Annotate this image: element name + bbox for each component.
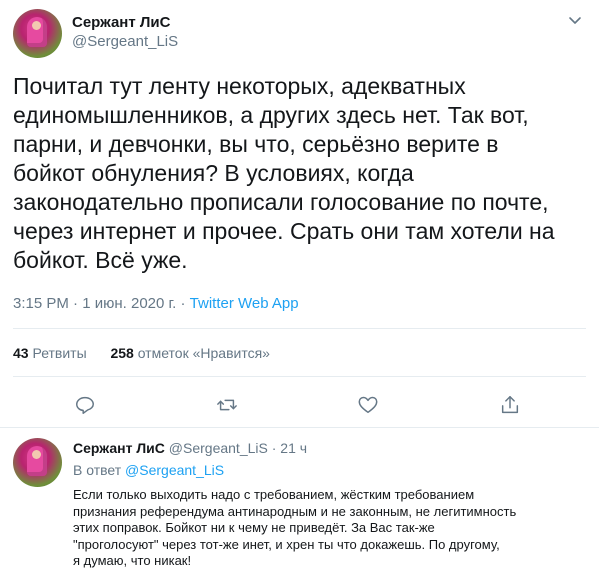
reply-text-line: признания референдума антинародным и не … <box>73 503 517 519</box>
in-reply-prefix: В ответ <box>73 462 122 478</box>
tweet-text-line: парни, и девчонки, вы что, серьёзно вери… <box>13 131 499 157</box>
likes-stat[interactable]: 258 отметок «Нравится» <box>110 345 270 361</box>
divider <box>0 427 599 428</box>
tweet-text-line: законодательно прописали голосование по … <box>13 189 549 215</box>
tweet-text-line: единомышленников, а других здесь нет. Та… <box>13 102 529 128</box>
in-reply-to: В ответ @Sergeant_LiS <box>73 462 224 478</box>
reply-icon[interactable] <box>74 394 96 416</box>
tweet-text: Почитал тут ленту некоторых, адекватных … <box>13 72 593 275</box>
tweet-meta: 3:15 PM · 1 июн. 2020 г. · Twitter Web A… <box>13 295 299 312</box>
likes-count: 258 <box>110 345 134 361</box>
divider <box>13 328 586 329</box>
tweet-app-link[interactable]: Twitter Web App <box>190 295 299 312</box>
reply-author-handle[interactable]: @Sergeant_LiS <box>169 440 268 456</box>
reply-author-name: Сержант ЛиС @Sergeant_LiS · 21 ч <box>73 440 307 456</box>
author-handle[interactable]: @Sergeant_LiS <box>72 33 178 50</box>
reply-text-line: "проголосуют" через тот-же инет, и хрен … <box>73 536 500 552</box>
avatar[interactable] <box>13 9 62 58</box>
reply-text: Если только выходить надо с требованием,… <box>73 487 593 570</box>
author-name[interactable]: Сержант ЛиС <box>72 14 170 31</box>
divider <box>13 376 586 377</box>
tweet-time[interactable]: 3:15 PM <box>13 295 69 312</box>
retweets-label: Ретвиты <box>32 345 87 361</box>
reply-text-line: Если только выходить надо с требованием,… <box>73 487 475 502</box>
reply-age[interactable]: 21 ч <box>280 440 307 456</box>
tweet-text-line: бойкот обнуления? В условиях, когда <box>13 160 414 186</box>
in-reply-handle-link[interactable]: @Sergeant_LiS <box>125 462 224 478</box>
reply-text-line: я думаю, что никак! <box>73 553 192 569</box>
reply-separator: · <box>271 440 277 456</box>
meta-separator: · <box>73 295 79 312</box>
avatar[interactable] <box>13 438 62 487</box>
tweet-date[interactable]: 1 июн. 2020 г. <box>82 295 176 312</box>
tweet-actions <box>0 394 599 416</box>
likes-label: отметок «Нравится» <box>137 345 270 361</box>
retweet-icon[interactable] <box>216 394 238 416</box>
reply-author-name-text[interactable]: Сержант ЛиС <box>73 440 165 456</box>
meta-separator: · <box>180 295 186 312</box>
like-icon[interactable] <box>357 394 379 416</box>
chevron-down-icon[interactable] <box>568 13 582 27</box>
reply-text-line: этих поправок. Бойкот ни к чему не приве… <box>73 520 435 536</box>
share-icon[interactable] <box>499 394 521 416</box>
retweets-count: 43 <box>13 345 29 361</box>
tweet-text-line: Почитал тут ленту некоторых, адекватных <box>13 73 466 99</box>
tweet-text-line: через интернет и прочее. Срать они там х… <box>13 218 555 244</box>
tweet-text-line: бойкот. Всё уже. <box>13 247 188 273</box>
tweet-stats: 43 Ретвиты 258 отметок «Нравится» <box>13 345 270 361</box>
retweets-stat[interactable]: 43 Ретвиты <box>13 345 87 361</box>
